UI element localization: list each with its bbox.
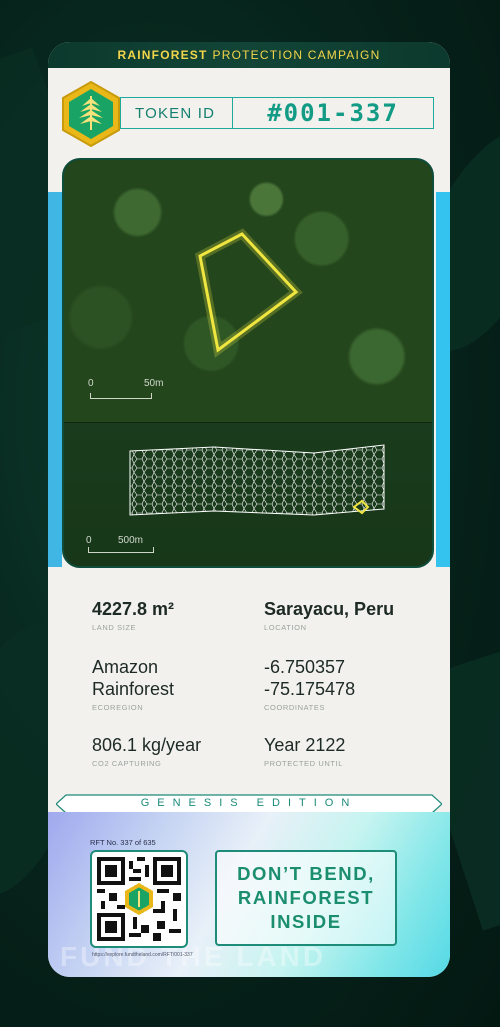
map-overview: 0 500m bbox=[64, 422, 432, 566]
satellite-map: 0 50m 0 500m bbox=[62, 158, 434, 568]
coordinates-lat: -6.750357 bbox=[264, 657, 346, 677]
campaign-header: RAINFOREST PROTECTION CAMPAIGN bbox=[48, 42, 450, 68]
slogan-line-1: DON’T BEND, bbox=[237, 863, 375, 884]
protected-until-label: PROTECTED UNTIL bbox=[264, 759, 344, 768]
map-overview-scale-bar bbox=[88, 547, 154, 553]
map-overview-scale-label: 500m bbox=[118, 535, 144, 546]
protected-until-value: Year 2122 bbox=[264, 735, 346, 755]
campaign-brand: RAINFOREST bbox=[117, 48, 208, 62]
campaign-title: PROTECTION CAMPAIGN bbox=[212, 48, 381, 62]
location-label: LOCATION bbox=[264, 623, 307, 632]
edition-label: GENESIS EDITION bbox=[140, 797, 358, 809]
stat-co2: 806.1 kg/year CO2 CAPTURING bbox=[92, 734, 201, 768]
slogan-line-2: RAINFOREST bbox=[237, 887, 375, 908]
stat-land-size: 4227.8 m² LAND SIZE bbox=[92, 598, 174, 632]
token-card: RAINFOREST PROTECTION CAMPAIGN TOKEN ID … bbox=[48, 42, 450, 977]
fern-logo-icon bbox=[60, 80, 122, 148]
rft-number: RFT No. 337 of 635 bbox=[90, 838, 156, 847]
ecoregion-label: ECOREGION bbox=[92, 703, 144, 712]
stat-location: Sarayacu, Peru LOCATION bbox=[264, 598, 394, 632]
slogan-box: DON’T BEND, RAINFOREST INSIDE bbox=[215, 850, 397, 946]
map-scale-bar bbox=[90, 393, 152, 399]
co2-value: 806.1 kg/year bbox=[92, 735, 202, 755]
location-value: Sarayacu, Peru bbox=[264, 599, 395, 619]
token-id-box: TOKEN ID #001-337 bbox=[120, 97, 434, 129]
token-id-label: TOKEN ID bbox=[121, 98, 233, 128]
qr-code[interactable] bbox=[90, 850, 188, 948]
accent-bar-right bbox=[436, 192, 450, 567]
map-overview-scale-zero: 0 bbox=[86, 535, 92, 546]
coordinates-label: COORDINATES bbox=[264, 703, 326, 712]
coordinates-lon: -75.175478 bbox=[264, 679, 356, 699]
stat-coordinates: -6.750357 -75.175478 COORDINATES bbox=[264, 656, 355, 712]
slogan-line-3: INSIDE bbox=[270, 911, 342, 932]
qr-url[interactable]: https://explore.fundtheland.com/RFT/001-… bbox=[92, 952, 193, 958]
land-size-value: 4227.8 m² bbox=[92, 599, 175, 619]
land-size-label: LAND SIZE bbox=[92, 623, 137, 632]
stat-protected-until: Year 2122 PROTECTED UNTIL bbox=[264, 734, 345, 768]
ecoregion-value-line1: Amazon bbox=[92, 657, 159, 677]
edition-ribbon: GENESIS EDITION bbox=[56, 794, 442, 814]
accent-bar-left bbox=[48, 192, 62, 567]
stat-ecoregion: Amazon Rainforest ECOREGION bbox=[92, 656, 174, 712]
ecoregion-value-line2: Rainforest bbox=[92, 679, 175, 699]
map-closeup: 0 50m bbox=[64, 160, 432, 422]
map-scale-zero: 0 bbox=[88, 378, 94, 389]
co2-label: CO2 CAPTURING bbox=[92, 759, 162, 768]
map-scale-label: 50m bbox=[144, 378, 164, 389]
token-id-value: #001-337 bbox=[267, 99, 399, 127]
